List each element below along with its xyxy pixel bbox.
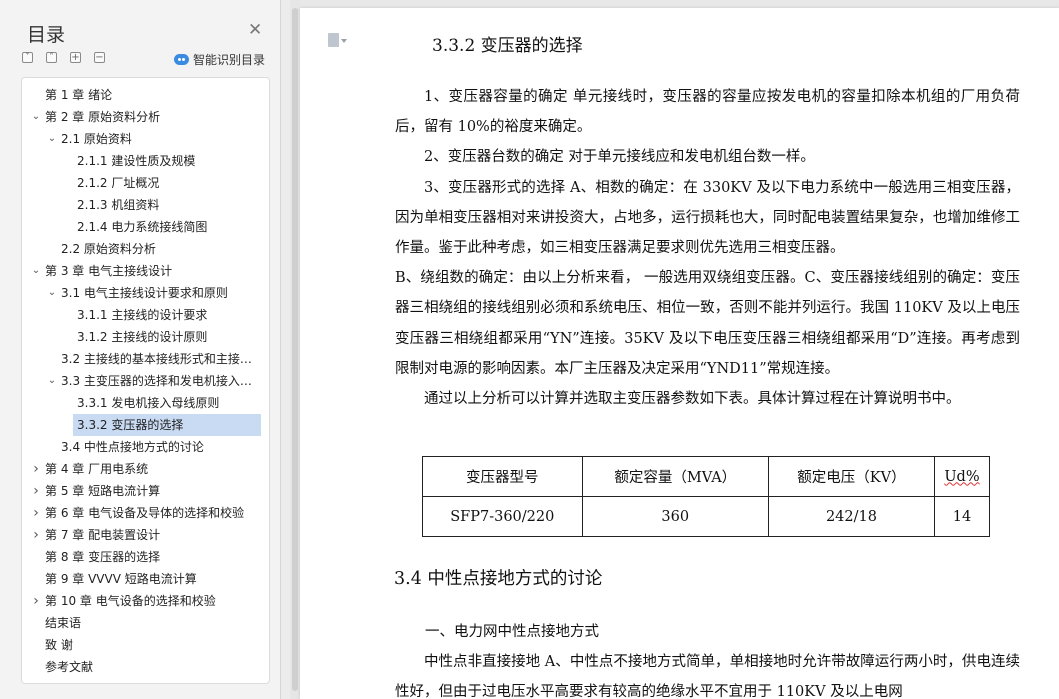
toc-item[interactable]: 3.1.2 主接线的设计原则 [77,327,257,347]
section-heading-3-4: 3.4 中性点接地方式的讨论 [394,569,603,589]
table-row: SFP7-360/220 360 242/18 14 [422,496,991,537]
paragraph-type: 3、变压器形式的选择 A、相数的确定：在 330KV 及以下电力系统中一般选用三… [395,179,1020,257]
chevron-right-icon[interactable]: › [31,503,41,523]
toc-item[interactable]: 3.1.1 主接线的设计要求 [77,305,257,325]
toc-item[interactable]: 第 10 章 电气设备的选择和校验 [45,591,257,611]
chevron-down-icon[interactable]: ⌄ [47,129,57,149]
table-header: 额定电压（KV） [767,456,935,497]
table-header: Ud% [933,456,991,497]
toc-item[interactable]: 第 5 章 短路电流计算 [45,481,257,501]
chevron-down-icon[interactable]: ⌄ [31,107,41,127]
paragraph-summary: 通过以上分析可以计算并选取主变压器参数如下表。具体计算过程在计算说明书中。 [424,391,961,408]
document-page: 3.3.2 变压器的选择 1、变压器容量的确定 单元接线时，变压器的容量应按发电… [300,8,1059,699]
expand-all-icon[interactable]: ˅ [22,52,33,63]
toc-title: 目录 [27,24,66,46]
table-header: 额定容量（MVA） [581,456,769,497]
paragraph-capacity: 1、变压器容量的确定 单元接线时，变压器的容量应按发电机的容量扣除本机组的厂用负… [395,89,1020,136]
remove-level-icon[interactable]: − [94,52,105,63]
toc-item[interactable]: 2.1.3 机组资料 [77,195,257,215]
toc-item[interactable]: 第 4 章 厂用电系统 [45,459,257,479]
table-cell: 14 [933,496,991,537]
toc-item[interactable]: 第 2 章 原始资料分析 [45,107,257,127]
section-heading-3-3-2: 3.3.2 变压器的选择 [432,36,583,56]
toc-item[interactable]: 结束语 [45,613,257,633]
toc-item[interactable]: 3.1 电气主接线设计要求和原则 [61,283,257,303]
toc-item[interactable]: 第 7 章 配电装置设计 [45,525,257,545]
toc-item[interactable]: 3.3.1 发电机接入母线原则 [77,393,257,413]
smart-toc-label: 智能识别目录 [193,52,266,67]
document-icon[interactable] [328,33,347,47]
chevron-right-icon[interactable]: › [31,525,41,545]
toc-item[interactable]: 3.3 主变压器的选择和发电机接入方式 [61,371,257,391]
smart-robot-icon [174,53,189,65]
toc-item[interactable]: 参考文献 [45,657,257,677]
toc-item[interactable]: 2.1 原始资料 [61,129,257,149]
chevron-right-icon[interactable]: › [31,459,41,479]
table-header: 变压器型号 [422,456,583,497]
table-header-row: 变压器型号 额定容量（MVA） 额定电压（KV） Ud% [422,456,991,497]
smart-toc-button[interactable]: 智能识别目录 [174,50,265,68]
close-icon[interactable]: ✕ [248,22,262,39]
toc-item[interactable]: 2.2 原始资料分析 [61,239,257,259]
panel-splitter[interactable] [281,0,290,699]
table-cell: 242/18 [767,496,935,537]
add-level-icon[interactable]: + [70,52,81,63]
vertical-scrollbar[interactable] [290,0,300,699]
toc-item[interactable]: 第 8 章 变压器的选择 [45,547,257,567]
toc-item[interactable]: 2.1.2 厂址概况 [77,173,257,193]
toc-panel: 目录 ✕ ˅ ˄ + − 智能识别目录 第 1 章 绪论 ⌄ 第 2 章 原始资料分… [0,0,281,699]
paragraph-winding: B、绕组数的确定：由以上分析来看， 一般选用双绕组变压器。C、变压器接线组别的确… [395,270,1020,377]
toc-item[interactable]: 致 谢 [45,635,257,655]
transformer-parameter-table: 变压器型号 额定容量（MVA） 额定电压（KV） Ud% SFP7-360/22… [422,456,991,537]
chevron-right-icon[interactable]: › [31,481,41,501]
chevron-down-icon[interactable]: ⌄ [47,371,57,391]
toc-item[interactable]: 3.2 主接线的基本接线形式和主接线的选择 [61,349,257,369]
toc-item[interactable]: 第 3 章 电气主接线设计 [45,261,257,281]
chevron-down-icon[interactable]: ⌄ [31,261,41,281]
chevron-down-icon[interactable]: ⌄ [47,283,57,303]
body-paragraphs: 1、变压器容量的确定 单元接线时，变压器的容量应按发电机的容量扣除本机组的厂用负… [395,82,1020,414]
toc-item[interactable]: 第 6 章 电气设备及导体的选择和校验 [45,503,257,523]
toc-item[interactable]: 2.1.1 建设性质及规模 [77,151,257,171]
table-header-ud: Ud% [944,468,980,485]
paragraph-wrapper: 中性点非直接接地 A、中性点不接地方式简单，单相接地时允许带故障运行两小时，供电… [395,647,1020,699]
collapse-all-icon[interactable]: ˄ [46,52,57,63]
paragraph-count: 2、变压器台数的确定 对于单元接线应和发电机组台数一样。 [424,149,815,166]
toc-item[interactable]: 第 9 章 VVVV 短路电流计算 [45,569,257,589]
toc-item[interactable]: 3.4 中性点接地方式的讨论 [61,437,257,457]
paragraph-neutral: 中性点非直接接地 A、中性点不接地方式简单，单相接地时允许带故障运行两小时，供电… [395,654,1020,699]
toc-item[interactable]: 第 1 章 绪论 [45,85,257,105]
subheading-neutral-grounding: 一、电力网中性点接地方式 [425,624,599,640]
table-cell: 360 [581,496,769,537]
chevron-right-icon[interactable]: › [31,591,41,611]
table-cell: SFP7-360/220 [422,496,583,537]
toc-item[interactable]: 2.1.4 电力系统接线简图 [77,217,257,237]
toc-item[interactable]: 3.3.2 变压器的选择 [77,415,257,435]
scrollbar-thumb[interactable] [292,8,298,691]
